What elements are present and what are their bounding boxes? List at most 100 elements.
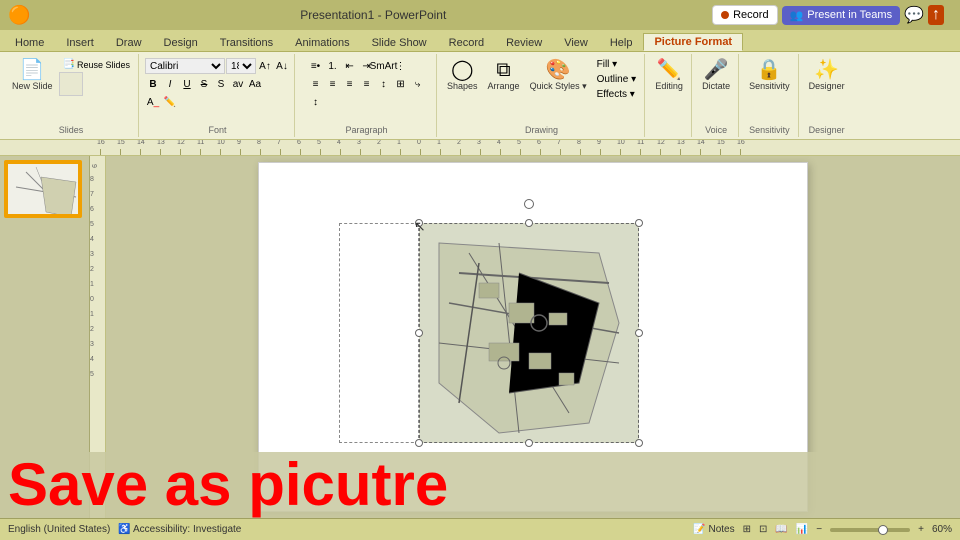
tab-record[interactable]: Record [438,34,495,51]
highlight-button[interactable]: ✏️ [162,94,178,110]
shapes-button[interactable]: ◯ Shapes [443,58,482,93]
zoom-out-button[interactable]: − [816,524,822,535]
notes-button[interactable]: 📝 Notes [693,524,734,535]
ruler-mark: 6 [300,149,320,155]
sensitivity-button[interactable]: 🔒 Sensitivity [745,58,794,93]
font-family-select[interactable]: Calibri [145,58,225,74]
handle-top-right[interactable] [635,219,643,227]
align-right-button[interactable]: ≡ [342,76,358,92]
tab-insert[interactable]: Insert [55,34,105,51]
comment-icon[interactable]: 💬 [904,5,924,25]
slide-layout-dropdown[interactable] [59,72,83,96]
editing-button[interactable]: ✏️ Editing [651,58,687,93]
decrease-indent-button[interactable]: ⇤ [342,58,358,74]
editing-group-content: ✏️ Editing [651,56,687,133]
dictate-button[interactable]: 🎤 Dictate [698,58,734,93]
vruler-7: 7 [90,191,105,198]
share-icon[interactable]: ↑ [928,5,944,25]
slide-thumbnail[interactable] [4,160,82,218]
align-left-button[interactable]: ≡ [308,76,324,92]
shapes-label: Shapes [447,81,478,91]
reuse-slides-button[interactable]: 📑 Reuse Slides [59,58,134,71]
ruler-mark: 14 [700,149,720,155]
text-direction-button[interactable]: ↕ [376,76,392,92]
vruler-n2: 2 [90,326,105,333]
decrease-font-button[interactable]: A↓ [274,58,290,74]
tab-transitions[interactable]: Transitions [209,34,284,51]
italic-button[interactable]: I [162,76,178,92]
align-center-button[interactable]: ≡ [325,76,341,92]
ribbon-group-sensitivity: 🔒 Sensitivity Sensitivity [741,54,799,137]
align-text-button[interactable]: ⊞ [393,76,409,92]
ruler-mark: 12 [180,149,200,155]
columns-button[interactable]: ⋮ [393,58,409,74]
shadow-button[interactable]: S [213,76,229,92]
tab-draw[interactable]: Draw [105,34,153,51]
tab-animations[interactable]: Animations [284,34,360,51]
ruler-mark: 0 [420,149,440,155]
handle-bottom-middle[interactable] [525,439,533,447]
present-teams-button[interactable]: 👥 Present in Teams [782,6,901,25]
font-size-select[interactable]: 18 [226,58,256,74]
vruler-2: 2 [90,266,105,273]
smart-art-button[interactable]: SmArt [376,58,392,74]
ruler-mark: 1 [440,149,460,155]
zoom-thumb[interactable] [878,525,888,535]
editing-icon: ✏️ [657,60,682,80]
presenter-view-icon[interactable]: 📊 [796,524,808,535]
font-color-button[interactable]: A_ [145,94,161,110]
handle-top-middle[interactable] [525,219,533,227]
handle-middle-left[interactable] [415,329,423,337]
zoom-slider[interactable] [830,528,910,532]
reading-view-icon[interactable]: 📖 [775,524,787,535]
voice-group-content: 🎤 Dictate [698,56,734,123]
tab-picture-format[interactable]: Picture Format [643,33,743,51]
font-name-row: Calibri 18 A↑ A↓ [145,58,290,74]
list-row: ≡• 1. ⇤ ⇥ SmArt ⋮ [308,58,409,74]
handle-middle-right[interactable] [635,329,643,337]
shape-effects-button[interactable]: Effects ▾ [593,88,640,101]
char-spacing-button[interactable]: av [230,76,246,92]
new-slide-button[interactable]: 📄 New Slide [8,58,57,93]
slide-panel: 1 [0,156,90,518]
underline-button[interactable]: U [179,76,195,92]
map-container[interactable] [419,223,639,443]
slide-view-icon[interactable]: ⊞ [743,524,751,535]
slide[interactable]: ↖ [258,162,808,512]
handle-bottom-left[interactable] [415,439,423,447]
shape-outline-button[interactable]: Outline ▾ [593,73,640,86]
record-button[interactable]: Record [712,5,777,25]
slide-sorter-icon[interactable]: ⊡ [759,524,767,535]
justify-button[interactable]: ≡ [359,76,375,92]
vruler-n3: 3 [90,341,105,348]
tab-review[interactable]: Review [495,34,553,51]
ruler-mark: 2 [380,149,400,155]
ruler-mark: 9 [600,149,620,155]
rotate-handle[interactable] [524,199,534,209]
ribbon-group-drawing: ◯ Shapes ⧉ Arrange 🎨 Quick Styles ▾ Fill… [439,54,645,137]
quick-styles-button[interactable]: 🎨 Quick Styles ▾ [526,58,591,94]
designer-button[interactable]: ✨ Designer [805,58,849,93]
arrange-icon: ⧉ [496,60,510,80]
vruler-5: 5 [90,221,105,228]
convert-to-smartart-button[interactable]: ⤷ [410,76,426,92]
change-case-button[interactable]: Aa [247,76,263,92]
notes-icon: 📝 [693,524,705,535]
tab-design[interactable]: Design [153,34,209,51]
handle-bottom-right[interactable] [635,439,643,447]
zoom-in-button[interactable]: + [918,524,924,535]
numbering-button[interactable]: 1. [325,58,341,74]
line-spacing-button[interactable]: ↕ [308,94,324,110]
shape-fill-button[interactable]: Fill ▾ [593,58,640,71]
tab-help[interactable]: Help [599,34,644,51]
tab-slideshow[interactable]: Slide Show [361,34,438,51]
bullets-button[interactable]: ≡• [308,58,324,74]
strikethrough-button[interactable]: S [196,76,212,92]
arrange-button[interactable]: ⧉ Arrange [484,58,524,93]
increase-font-button[interactable]: A↑ [257,58,273,74]
present-label: Present in Teams [807,9,892,21]
bold-button[interactable]: B [145,76,161,92]
drawing-group-label: Drawing [525,123,558,135]
tab-view[interactable]: View [553,34,599,51]
tab-home[interactable]: Home [4,34,55,51]
